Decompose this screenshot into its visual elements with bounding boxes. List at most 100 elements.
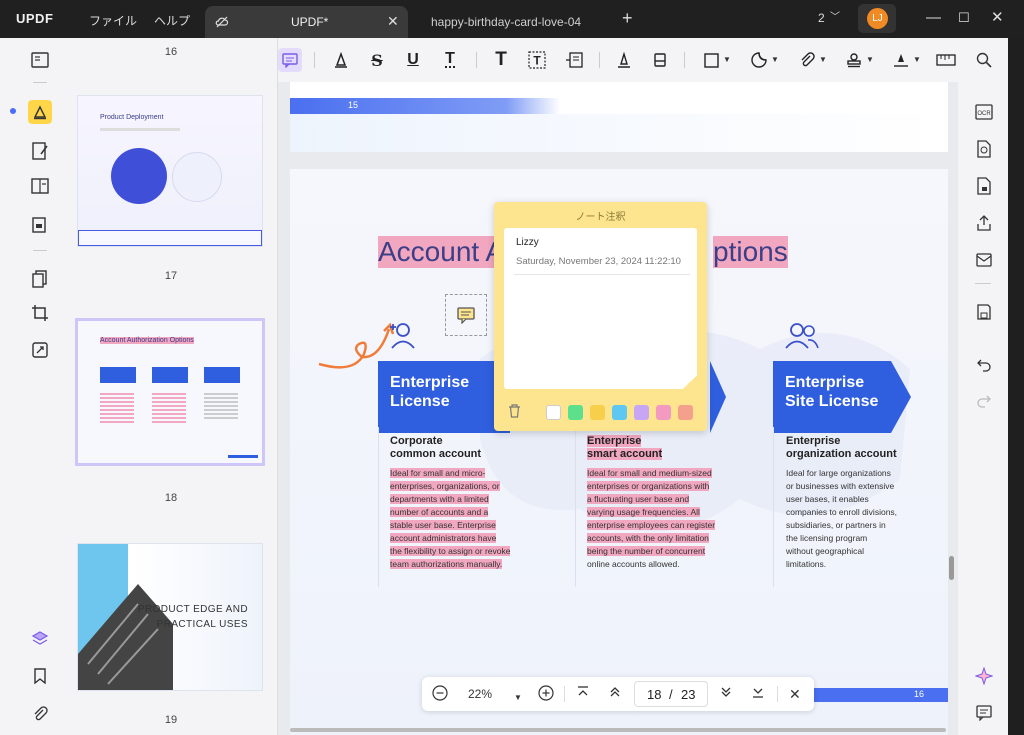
- bookmark-icon[interactable]: [28, 664, 52, 688]
- color-swatch-pink[interactable]: [656, 405, 671, 420]
- ocr-icon[interactable]: OCR: [973, 101, 995, 123]
- organize-pages-icon[interactable]: [28, 267, 52, 291]
- form-icon[interactable]: [28, 174, 52, 198]
- search-icon[interactable]: [973, 49, 995, 71]
- protect-pdf-icon[interactable]: [973, 175, 995, 197]
- first-page-button[interactable]: [576, 685, 590, 703]
- shape-dropdown-caret-icon[interactable]: ▼: [723, 55, 731, 64]
- add-user-icon: [390, 323, 415, 349]
- zoom-out-button[interactable]: [432, 685, 448, 705]
- signature-tool-icon[interactable]: [889, 48, 913, 72]
- share-icon[interactable]: [973, 212, 995, 234]
- maximize-button[interactable]: ☐: [958, 9, 970, 27]
- undo-icon[interactable]: [973, 354, 995, 376]
- color-swatch-green[interactable]: [568, 405, 583, 420]
- sticky-note-tool-icon[interactable]: [278, 48, 302, 72]
- card-head-line: Site License: [785, 393, 879, 410]
- eraser-tool-icon[interactable]: [648, 48, 672, 72]
- text-callout-tool-icon[interactable]: [562, 48, 586, 72]
- measure-tool-icon[interactable]: [934, 48, 958, 72]
- edit-pdf-icon[interactable]: [28, 139, 52, 163]
- convert-pdf-icon[interactable]: [973, 138, 995, 160]
- shape-tool-icon[interactable]: [699, 48, 723, 72]
- pencil-tool-icon[interactable]: [612, 48, 636, 72]
- save-icon[interactable]: [973, 301, 995, 323]
- note-divider: [514, 274, 690, 275]
- vertical-scrollbar[interactable]: [949, 556, 954, 580]
- note-content-area[interactable]: Lizzy Saturday, November 23, 2024 11:22:…: [504, 228, 697, 389]
- color-swatch-white[interactable]: [546, 405, 561, 420]
- avatar[interactable]: LJ: [867, 8, 888, 29]
- card-subtitle-line: Enterprise: [587, 435, 642, 447]
- reader-mode-icon[interactable]: [28, 48, 52, 72]
- card-subtitle-line: organization account: [786, 448, 897, 460]
- rail-divider: [975, 283, 991, 284]
- tab-close-icon[interactable]: ✕: [387, 13, 399, 30]
- comment-mode-icon[interactable]: [28, 100, 52, 124]
- card-body-line: account administrators have: [390, 533, 497, 543]
- card-subtitle-line: Enterprise: [786, 435, 841, 447]
- color-swatch-salmon[interactable]: [678, 405, 693, 420]
- close-zoom-bar-button[interactable]: ✕: [789, 685, 801, 703]
- card-subtitle-line: common account: [390, 448, 482, 460]
- chevron-down-icon[interactable]: ﹀: [830, 9, 840, 27]
- thumbnail-footer-bar: [228, 455, 258, 458]
- comments-list-icon[interactable]: [973, 702, 995, 724]
- zoom-dropdown-caret-icon[interactable]: ▼: [514, 689, 522, 707]
- color-swatch-yellow[interactable]: [590, 405, 605, 420]
- users-group-icon: [785, 323, 819, 349]
- sticky-note-popup[interactable]: ノート注釈 Lizzy Saturday, November 23, 2024 …: [494, 202, 707, 431]
- layers-icon[interactable]: [28, 627, 52, 651]
- crop-icon[interactable]: [28, 301, 52, 325]
- sign-icon[interactable]: [28, 212, 52, 236]
- horizontal-scrollbar[interactable]: [290, 728, 946, 732]
- thumbnail-page-18[interactable]: PRODUCT EDGE AND PRACTICAL USES: [78, 544, 262, 690]
- zoom-in-button[interactable]: [538, 685, 554, 705]
- thumbnail-page-16[interactable]: Product Deployment: [78, 96, 262, 246]
- close-window-button[interactable]: ✕: [991, 9, 1004, 27]
- textbox-tool-icon[interactable]: T: [525, 48, 549, 72]
- underline-tool-icon[interactable]: U: [401, 48, 425, 72]
- convert-icon[interactable]: [28, 338, 52, 362]
- comment-toolbar: S U T T T ▼ ▼ ▼ ▼ ▼: [278, 38, 958, 82]
- menu-help[interactable]: ヘルプ: [154, 12, 190, 29]
- redo-icon[interactable]: [973, 390, 995, 412]
- stamp-dropdown-caret-icon[interactable]: ▼: [866, 55, 874, 64]
- minimize-button[interactable]: —: [926, 9, 941, 27]
- attach-dropdown-caret-icon[interactable]: ▼: [819, 55, 827, 64]
- attach-file-tool-icon[interactable]: [795, 48, 819, 72]
- note-anchor-icon[interactable]: [445, 294, 487, 336]
- sticker-tool-icon[interactable]: [747, 48, 771, 72]
- left-tool-rail: [16, 38, 64, 735]
- last-page-button[interactable]: [751, 685, 765, 703]
- note-resize-corner[interactable]: [683, 375, 697, 389]
- sticker-dropdown-caret-icon[interactable]: ▼: [771, 55, 779, 64]
- signature-dropdown-caret-icon[interactable]: ▼: [913, 55, 921, 64]
- next-page-button[interactable]: [719, 685, 733, 703]
- ai-assistant-icon[interactable]: [973, 665, 995, 687]
- email-icon[interactable]: [973, 249, 995, 271]
- color-swatch-purple[interactable]: [634, 405, 649, 420]
- menu-file[interactable]: ファイル: [89, 12, 137, 29]
- zoom-level[interactable]: 22%: [468, 685, 492, 703]
- text-tool-icon[interactable]: T: [489, 48, 513, 72]
- page-number-input[interactable]: 18 / 23: [634, 681, 708, 707]
- thumbnail-page-17[interactable]: Account Authorization Options: [78, 321, 262, 463]
- trash-icon[interactable]: [508, 404, 521, 421]
- card-body-line: subsidiaries, or partners in: [786, 520, 886, 530]
- stamp-tool-icon[interactable]: [842, 48, 866, 72]
- highlight-tool-icon[interactable]: [329, 48, 353, 72]
- strikethrough-tool-icon[interactable]: S: [365, 48, 389, 72]
- previous-page-button[interactable]: [608, 685, 622, 703]
- squiggly-tool-icon[interactable]: T: [438, 48, 462, 72]
- thumbnail-title: Account Authorization Options: [100, 337, 194, 344]
- tab-birthday-card[interactable]: happy-birthday-card-love-04: [413, 6, 603, 38]
- new-tab-button[interactable]: +: [622, 9, 633, 27]
- zoom-bar-divider: [777, 686, 778, 702]
- rail-indicator-dot: [10, 108, 16, 114]
- card-body-line: the licensing program: [786, 533, 868, 543]
- page-title-left: Account A: [378, 236, 505, 268]
- color-swatch-blue[interactable]: [612, 405, 627, 420]
- attachment-icon[interactable]: [28, 702, 52, 726]
- tab-updf[interactable]: UPDF* ✕: [205, 6, 408, 38]
